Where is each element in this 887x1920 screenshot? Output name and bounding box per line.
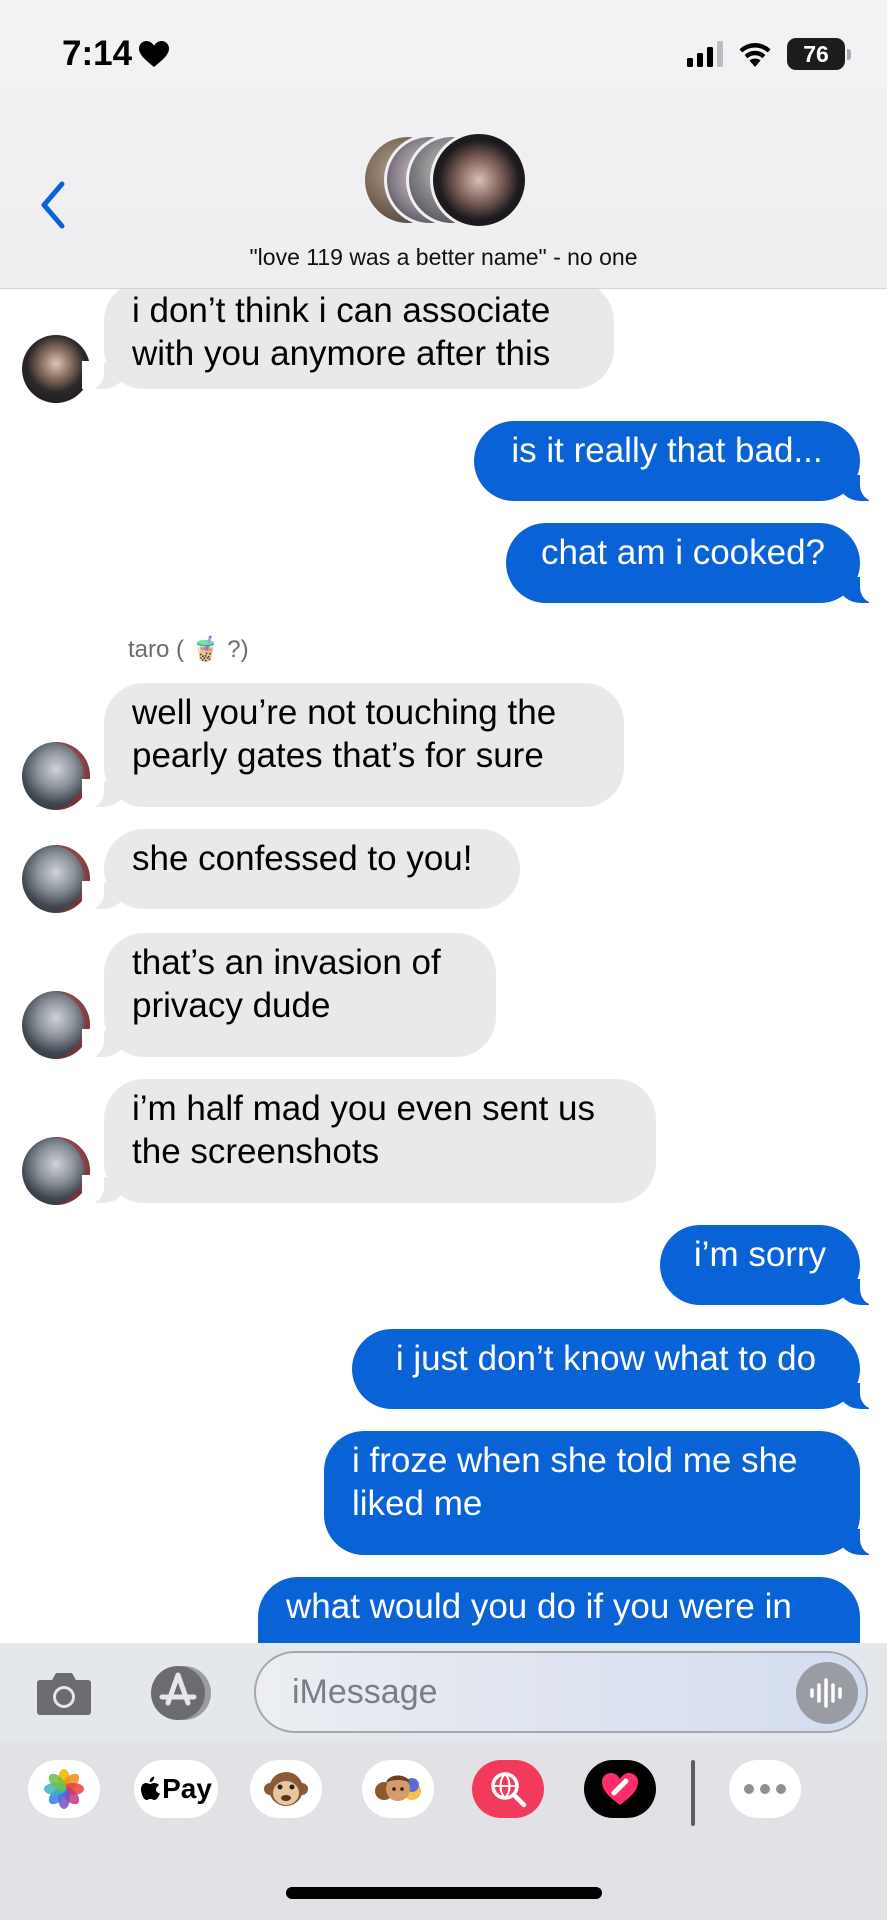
outgoing-message[interactable]: i just don’t know what to do: [352, 1329, 882, 1409]
sender-avatar[interactable]: [22, 335, 90, 403]
outgoing-message[interactable]: i froze when she told me she liked me: [324, 1431, 882, 1555]
cellular-signal-icon: [687, 41, 723, 67]
camera-icon[interactable]: [36, 1663, 92, 1721]
more-dots-icon: [744, 1784, 786, 1794]
status-time: 7:14: [62, 34, 170, 74]
compose-bar: iMessage: [0, 1643, 887, 1743]
outgoing-message[interactable]: is it really that bad...: [474, 421, 882, 501]
apple-pay-label: Pay: [162, 1773, 212, 1804]
more-apps-button[interactable]: [729, 1760, 801, 1818]
home-indicator[interactable]: [286, 1887, 602, 1899]
memoji-stickers-icon: [375, 1775, 421, 1801]
incoming-message[interactable]: well you’re not touching the pearly gate…: [82, 683, 624, 807]
conversation-header: 7:14 76 "love 119 was a better name" - n…: [0, 0, 887, 289]
battery-indicator: 76: [787, 38, 851, 70]
outgoing-message[interactable]: chat am i cooked?: [506, 523, 882, 603]
globe-search-icon: [491, 1772, 527, 1808]
memoji-app-button[interactable]: [362, 1760, 434, 1818]
sender-avatar[interactable]: [22, 742, 90, 810]
animoji-app-button[interactable]: [250, 1760, 322, 1818]
message-input-placeholder: iMessage: [292, 1672, 438, 1711]
photos-app-button[interactable]: [28, 1760, 100, 1818]
digital-touch-heart-icon: [602, 1773, 638, 1805]
back-chevron-icon[interactable]: [38, 180, 68, 230]
status-indicators: 76: [687, 38, 851, 70]
incoming-message[interactable]: she confessed to you!: [82, 829, 520, 909]
message-thread[interactable]: i don’t think i can associate with you a…: [0, 289, 887, 1643]
image-search-app-button[interactable]: [472, 1760, 544, 1818]
group-member-avatar: [430, 131, 528, 229]
apple-pay-button[interactable]: Pay: [134, 1760, 218, 1818]
heart-icon: [139, 41, 170, 67]
sender-name: taro ( 🧋 ?): [128, 636, 249, 663]
message-input[interactable]: iMessage: [254, 1651, 868, 1733]
monkey-animoji-icon: [264, 1772, 308, 1806]
group-avatars[interactable]: [362, 131, 528, 230]
battery-level: 76: [803, 40, 829, 67]
audio-message-button[interactable]: [796, 1662, 858, 1724]
incoming-message[interactable]: i don’t think i can associate with you a…: [82, 289, 614, 389]
wifi-icon: [739, 43, 771, 67]
outgoing-message[interactable]: i’m sorry: [660, 1225, 882, 1305]
sender-avatar[interactable]: [22, 991, 90, 1059]
status-time-label: 7:14: [62, 34, 133, 73]
sender-avatar[interactable]: [22, 845, 90, 913]
outgoing-message[interactable]: what would you do if you were in: [258, 1577, 860, 1643]
app-drawer-divider: [691, 1760, 695, 1826]
photos-icon: [44, 1769, 84, 1809]
conversation-title[interactable]: "love 119 was a better name" - no one: [0, 244, 887, 271]
incoming-message[interactable]: that’s an invasion of privacy dude: [82, 933, 496, 1057]
waveform-icon: [810, 1678, 842, 1708]
sender-avatar[interactable]: [22, 1137, 90, 1205]
incoming-message[interactable]: i’m half mad you even sent us the screen…: [82, 1079, 656, 1203]
app-store-icon[interactable]: [144, 1665, 216, 1721]
apple-logo-icon: [141, 1776, 161, 1800]
digital-touch-app-button[interactable]: [584, 1760, 656, 1818]
